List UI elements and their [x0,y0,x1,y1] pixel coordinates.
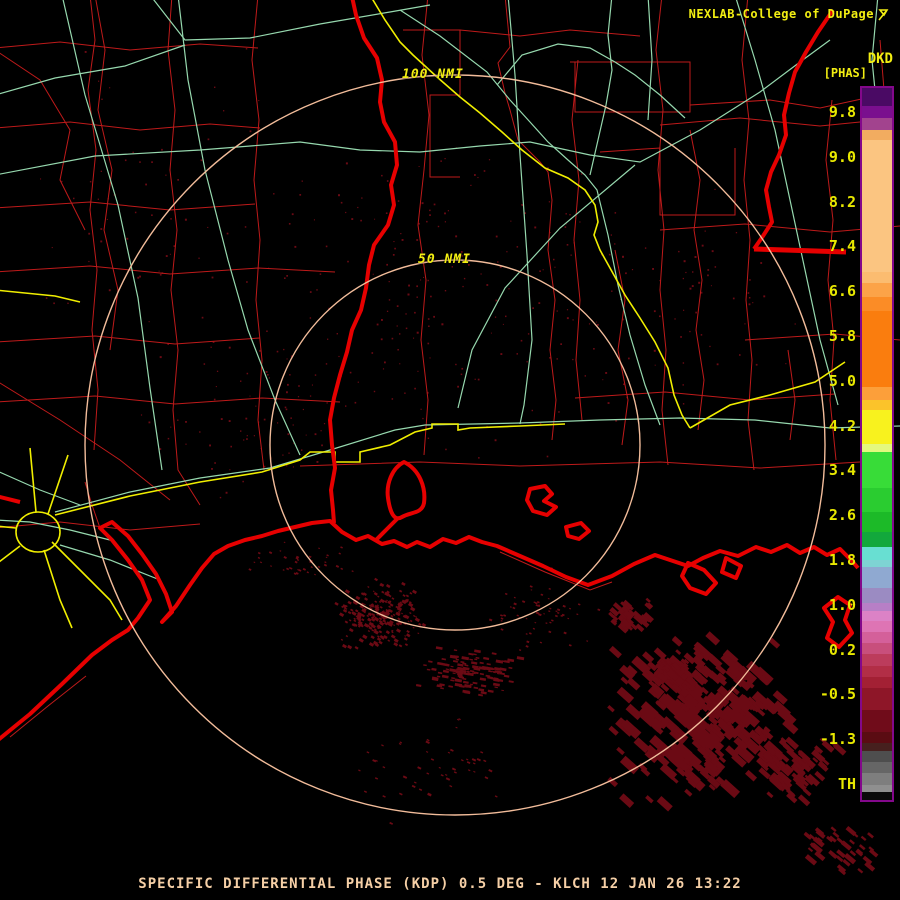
product-title: SPECIFIC DIFFERENTIAL PHASE (KDP) 0.5 DE… [138,876,742,892]
county-boundary-lines [0,0,900,738]
colorbar-tick-label: 9.8 [828,103,856,121]
site-credit: NEXLAB-College of DuPage [689,7,890,21]
colorbar-tick-label: 0.2 [828,640,856,659]
bayou-segment [0,494,21,504]
colorbar-tick-label: 5.0 [828,371,856,390]
flag-icon [878,8,889,20]
colorbar-tick-label: 8.2 [828,192,856,211]
colorbar-tick-label: 6.6 [828,282,856,301]
range-ring-label-50: 50 NMI [418,252,471,267]
colorbar-tick-label: 5.8 [828,327,856,345]
colorbar-tick-label: -0.5 [819,685,856,704]
colorbar-tick-label: 1.0 [828,595,856,614]
colorbar-tick-label: 7.4 [828,237,856,256]
colorbar-tick-label: 9.0 [828,147,856,166]
white-lake [680,561,718,596]
site-credit-text: NEXLAB-College of DuPage [688,7,874,21]
colorbar-tick-label: 1.8 [828,551,856,569]
lake-outlet [374,516,400,542]
range-ring-50nmi [269,259,641,631]
product-code: DKD [867,51,893,67]
colorbar-tick-label: -1.3 [819,730,856,749]
green-road-lines [0,0,900,581]
lake-small [564,521,591,541]
colorbar-tick-label: TH [837,775,856,793]
colorbar-tick-label: 2.6 [828,506,856,525]
calcasieu-lake [385,460,427,521]
grand-lake [720,556,743,580]
lake-z [525,484,558,517]
colorbar-tick-label: 4.2 [828,416,856,435]
colorbar-tick-label: 3.4 [828,461,856,480]
sabine-river [328,0,399,524]
range-ring-label-100: 100 NMI [402,67,464,82]
radar-map [0,0,900,876]
radar-screen: 100 NMI 50 NMI NEXLAB-College of DuPage … [0,0,900,900]
product-phase-label: [PHAS] [823,66,867,80]
colorbar [860,86,894,802]
